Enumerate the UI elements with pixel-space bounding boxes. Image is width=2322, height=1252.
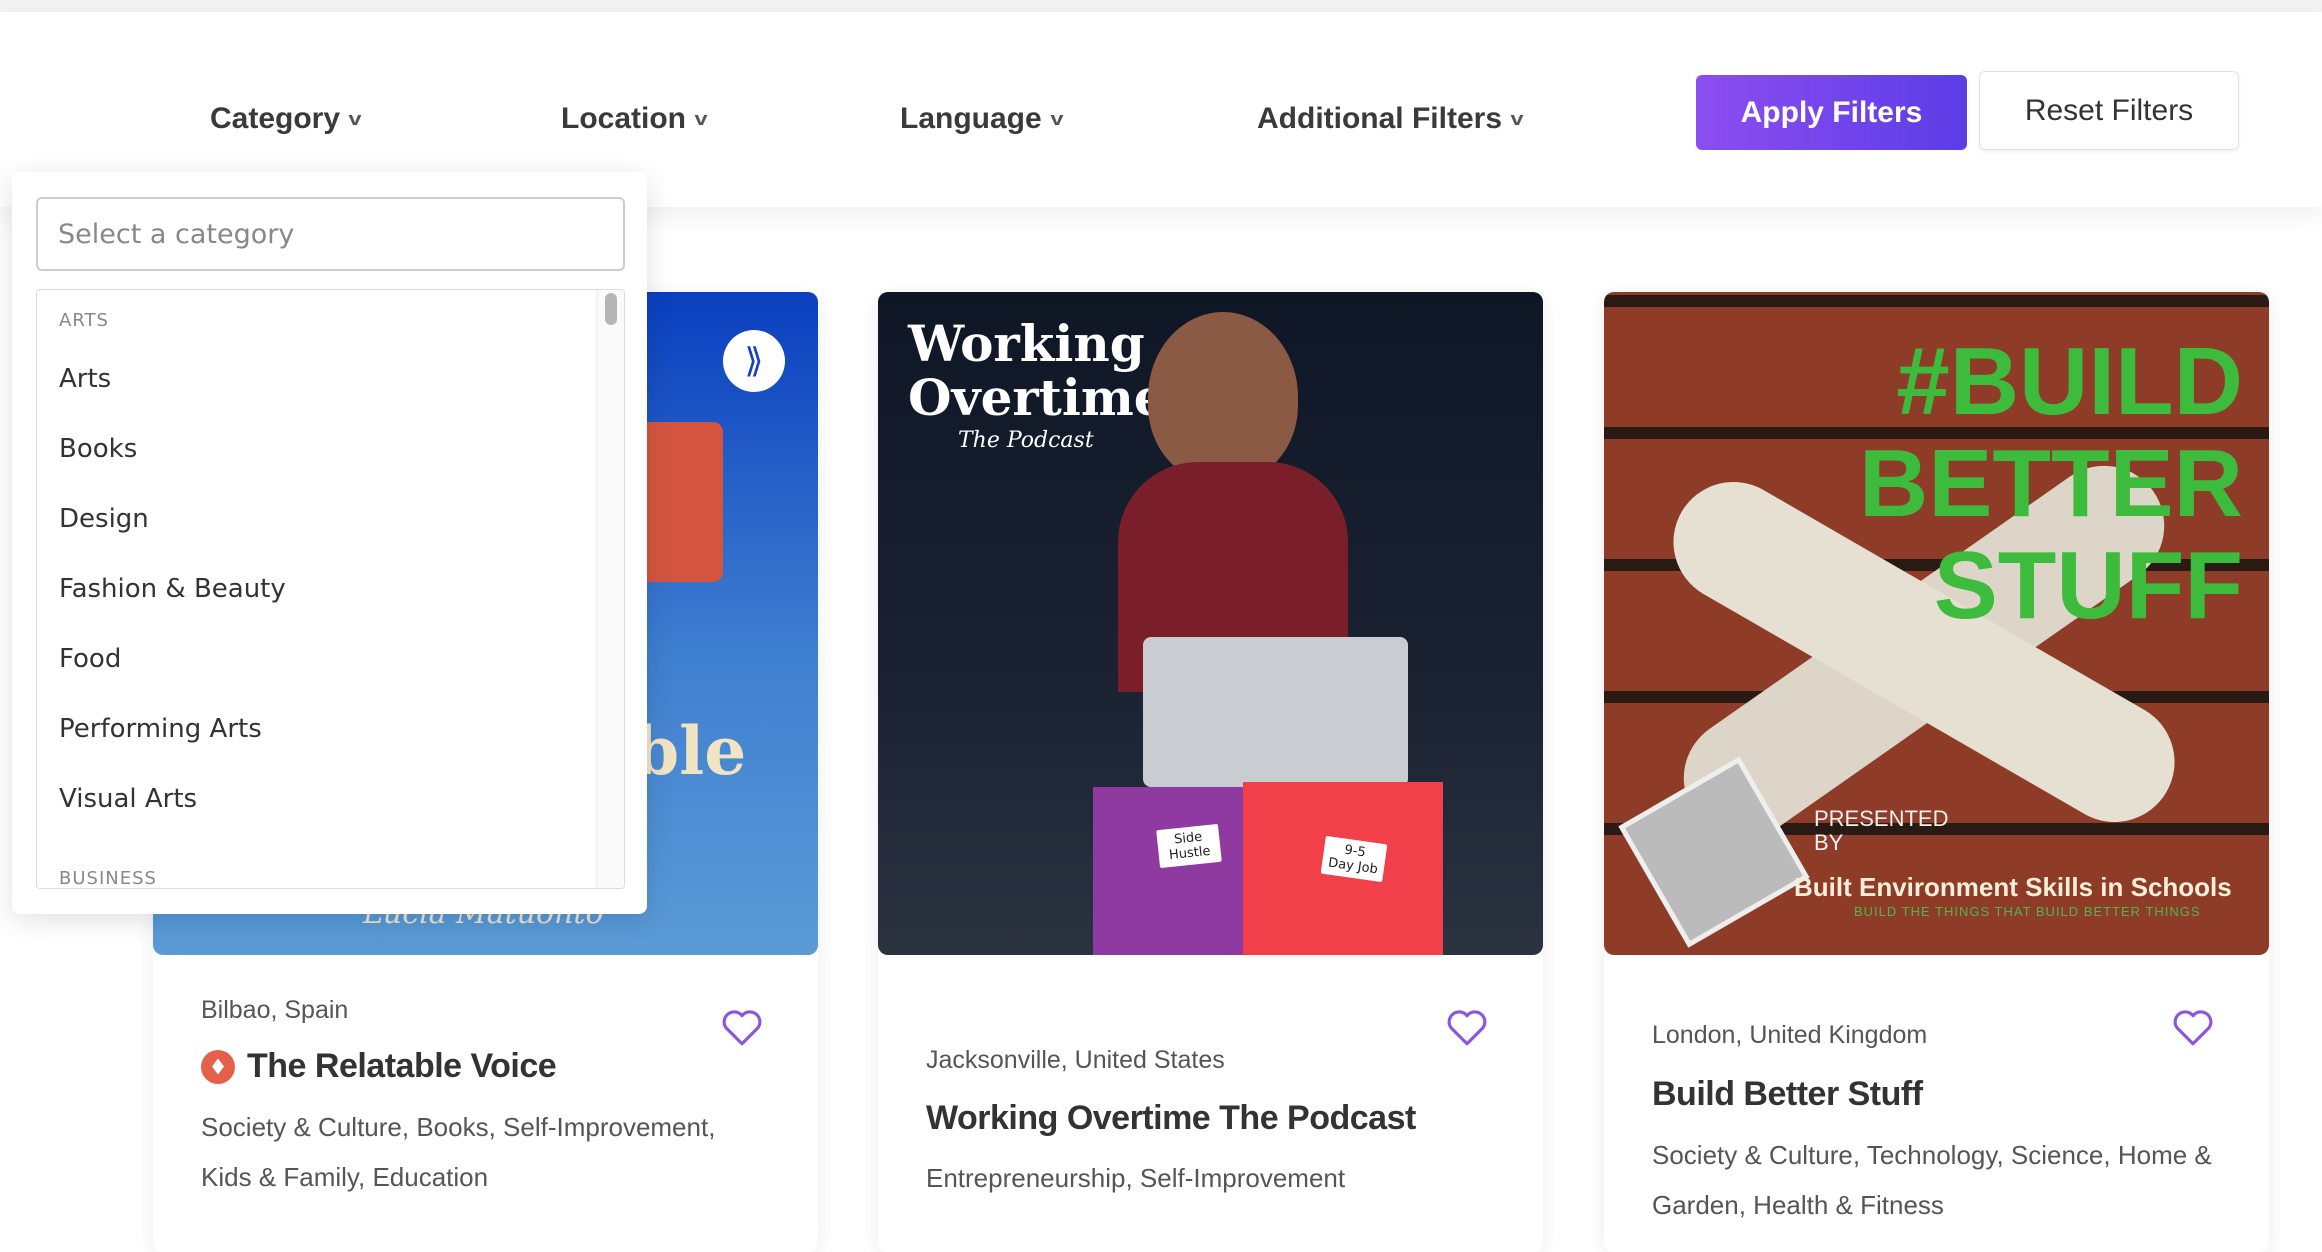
location-label: Location xyxy=(561,102,686,135)
podcast-card[interactable]: Working Overtime The Podcast Side Hustle… xyxy=(878,292,1543,1252)
additional-filters-label: Additional Filters xyxy=(1257,102,1503,135)
reset-filters-button[interactable]: Reset Filters xyxy=(1979,71,2239,150)
cover-text: BETTER xyxy=(1859,430,2243,537)
card-location: London, United Kingdom xyxy=(1652,1021,1928,1049)
card-title-text: Working Overtime The Podcast xyxy=(926,1099,1416,1137)
card-categories: Entrepreneurship, Self-Improvement xyxy=(926,1163,1346,1193)
card-location: Bilbao, Spain xyxy=(201,996,349,1024)
category-search-input[interactable] xyxy=(36,197,625,271)
language-filter[interactable]: Language v xyxy=(900,102,1064,136)
badge-icon xyxy=(201,1049,235,1084)
podcast-cover: Working Overtime The Podcast Side Hustle… xyxy=(878,292,1543,955)
chevron-down-icon: v xyxy=(1050,108,1064,129)
scrollbar-thumb[interactable] xyxy=(605,293,617,325)
category-option[interactable]: Fashion & Beauty xyxy=(59,574,599,604)
heart-icon[interactable] xyxy=(2172,1008,2214,1048)
category-dropdown: ARTS Arts Books Design Fashion & Beauty … xyxy=(12,172,647,914)
chevron-down-icon: v xyxy=(694,108,708,129)
category-option[interactable]: Food xyxy=(59,644,599,674)
cover-text: ble xyxy=(633,712,747,790)
heart-icon[interactable] xyxy=(1446,1008,1488,1048)
category-option[interactable]: Visual Arts xyxy=(59,784,599,814)
category-option[interactable]: Design xyxy=(59,504,599,534)
chevron-down-icon: v xyxy=(1510,108,1524,129)
anchor-logo-icon: ⟫ xyxy=(723,330,785,392)
cover-text: Overtime xyxy=(908,368,1166,427)
cover-org: Built Environment Skills in Schools xyxy=(1794,872,2232,902)
cover-presented: PRESENTED BY xyxy=(1814,806,1949,855)
location-filter[interactable]: Location v xyxy=(561,102,708,136)
heart-icon[interactable] xyxy=(721,1008,763,1048)
cover-subtitle: The Podcast xyxy=(958,428,1094,453)
host-figure xyxy=(1148,312,1298,482)
language-label: Language xyxy=(900,102,1042,135)
cover-tagline: BUILD THE THINGS THAT BUILD BETTER THING… xyxy=(1854,904,2201,919)
laptop xyxy=(1143,637,1408,787)
card-title-text: The Relatable Voice xyxy=(247,1047,557,1085)
category-option[interactable]: Performing Arts xyxy=(59,714,599,744)
additional-filters[interactable]: Additional Filters v xyxy=(1257,102,1524,136)
apply-filters-button[interactable]: Apply Filters xyxy=(1696,75,1967,150)
card-title[interactable]: Working Overtime The Podcast xyxy=(926,1099,1416,1138)
group-header: ARTS xyxy=(59,310,109,331)
category-option[interactable]: Books xyxy=(59,434,599,464)
card-categories: Society & Culture, Technology, Science, … xyxy=(1652,1140,2212,1220)
cover-text: #BUILD xyxy=(1896,328,2243,435)
card-title-text: Build Better Stuff xyxy=(1652,1075,1923,1113)
podcast-cover: #BUILD BETTER STUFF PRESENTED BY Built E… xyxy=(1604,292,2269,955)
category-option[interactable]: Arts xyxy=(59,364,599,394)
card-location: Jacksonville, United States xyxy=(926,1046,1225,1074)
chevron-down-icon: v xyxy=(348,108,362,129)
group-header: BUSINESS xyxy=(59,868,157,889)
category-label: Category xyxy=(210,102,341,135)
purple-folder xyxy=(1093,787,1263,955)
card-title[interactable]: Build Better Stuff xyxy=(1652,1075,1923,1114)
card-title[interactable]: The Relatable Voice xyxy=(201,1047,557,1086)
folder-label-side-hustle: Side Hustle xyxy=(1156,823,1222,869)
cover-text: Working xyxy=(908,314,1145,373)
scrollbar[interactable] xyxy=(596,290,624,888)
podcast-card[interactable]: #BUILD BETTER STUFF PRESENTED BY Built E… xyxy=(1604,292,2269,1252)
category-filter[interactable]: Category v xyxy=(210,102,362,136)
top-strip xyxy=(0,0,2322,12)
card-categories: Society & Culture, Books, Self-Improveme… xyxy=(201,1112,716,1192)
category-list: ARTS Arts Books Design Fashion & Beauty … xyxy=(36,289,625,889)
cover-text: STUFF xyxy=(1933,532,2243,639)
